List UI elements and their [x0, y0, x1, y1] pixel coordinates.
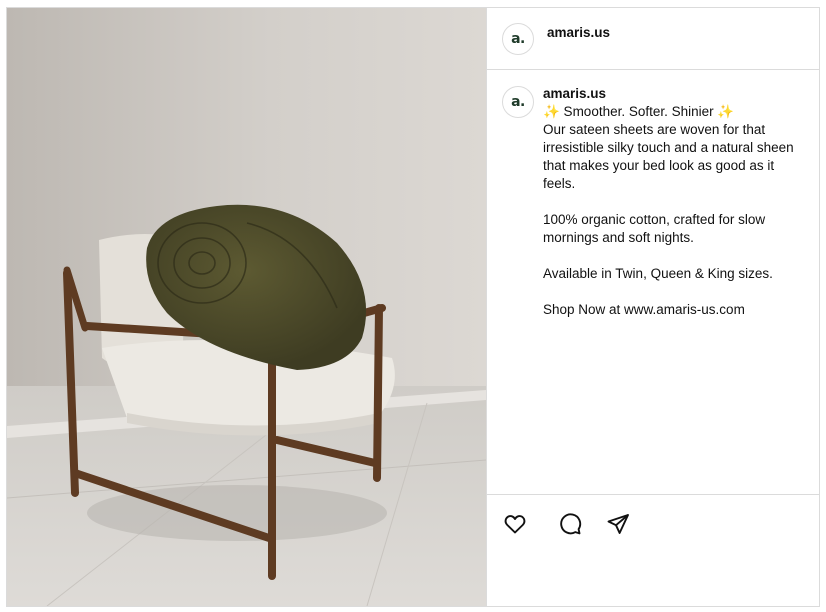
instagram-post: a. amaris.us a. amaris.us ✨ Smoother. So… — [6, 7, 820, 607]
caption-username[interactable]: amaris.us — [543, 85, 808, 103]
caption-line: Shop Now at www.amaris-us.com — [543, 302, 745, 317]
post-caption: amaris.us ✨ Smoother. Softer. Shinier ✨ … — [543, 85, 808, 319]
comment-icon — [560, 513, 582, 535]
share-button[interactable] — [605, 511, 631, 537]
comment-button[interactable] — [557, 511, 583, 537]
share-icon — [607, 514, 629, 534]
caption-line: ✨ Smoother. Softer. Shinier ✨ — [543, 104, 735, 119]
post-header: a. amaris.us — [487, 8, 819, 70]
caption-line: 100% organic cotton, crafted for slow mo… — [543, 212, 766, 245]
action-bar — [487, 494, 819, 606]
caption-line: Our sateen sheets are woven for that irr… — [543, 122, 794, 191]
armchair-photo — [7, 8, 486, 606]
caption-avatar-logo: a. — [511, 94, 525, 110]
header-username[interactable]: amaris.us — [547, 25, 610, 40]
post-sidebar: a. amaris.us a. amaris.us ✨ Smoother. So… — [486, 8, 819, 606]
heart-icon — [504, 515, 526, 534]
like-button[interactable] — [502, 511, 528, 537]
caption-line: Available in Twin, Queen & King sizes. — [543, 266, 773, 281]
caption-avatar[interactable]: a. — [502, 86, 534, 118]
post-image[interactable] — [7, 8, 486, 606]
avatar-logo: a. — [511, 31, 525, 47]
avatar[interactable]: a. — [502, 23, 534, 55]
